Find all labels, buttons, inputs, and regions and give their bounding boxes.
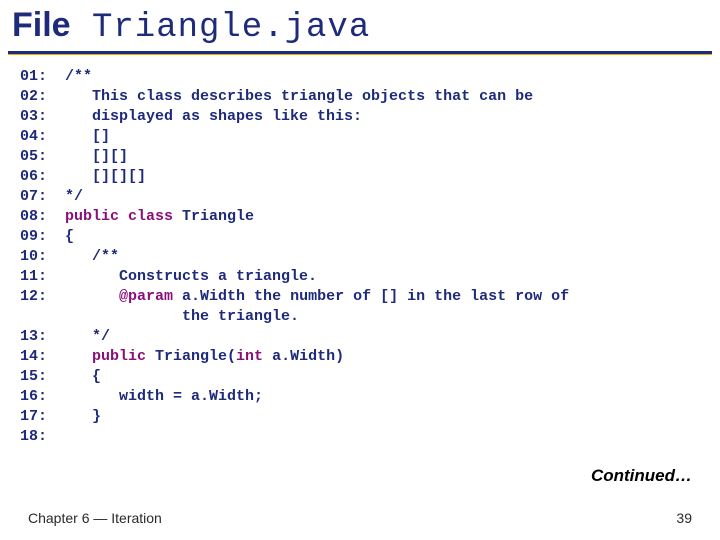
code-line: 16: width = a.Width; (20, 387, 700, 407)
title-prefix: File (12, 6, 71, 44)
code-line: 08: public class Triangle (20, 207, 700, 227)
title-filename: Triangle.java (71, 9, 371, 47)
code-line: 01: /** (20, 67, 700, 87)
code-line: 05: [][] (20, 147, 700, 167)
code-line: 11: Constructs a triangle. (20, 267, 700, 287)
slide: File Triangle.java 01: /**02: This class… (0, 0, 720, 540)
code-line: 02: This class describes triangle object… (20, 87, 700, 107)
slide-footer: Chapter 6 — Iteration 39 (28, 510, 692, 526)
code-line: 03: displayed as shapes like this: (20, 107, 700, 127)
code-line: 15: { (20, 367, 700, 387)
code-line: 09: { (20, 227, 700, 247)
code-line: the triangle. (20, 307, 700, 327)
continued-label: Continued… (591, 466, 692, 486)
title-area: File Triangle.java (0, 0, 720, 47)
code-line: 07: */ (20, 187, 700, 207)
footer-page-number: 39 (676, 510, 692, 526)
code-line: 13: */ (20, 327, 700, 347)
code-line: 17: } (20, 407, 700, 427)
code-line: 18: (20, 427, 700, 447)
title-rule (8, 51, 712, 57)
code-line: 10: /** (20, 247, 700, 267)
code-line: 06: [][][] (20, 167, 700, 187)
code-listing: 01: /**02: This class describes triangle… (20, 67, 700, 447)
slide-title: File Triangle.java (12, 6, 708, 47)
footer-chapter: Chapter 6 — Iteration (28, 510, 162, 526)
code-line: 04: [] (20, 127, 700, 147)
code-line: 14: public Triangle(int a.Width) (20, 347, 700, 367)
code-line: 12: @param a.Width the number of [] in t… (20, 287, 700, 307)
